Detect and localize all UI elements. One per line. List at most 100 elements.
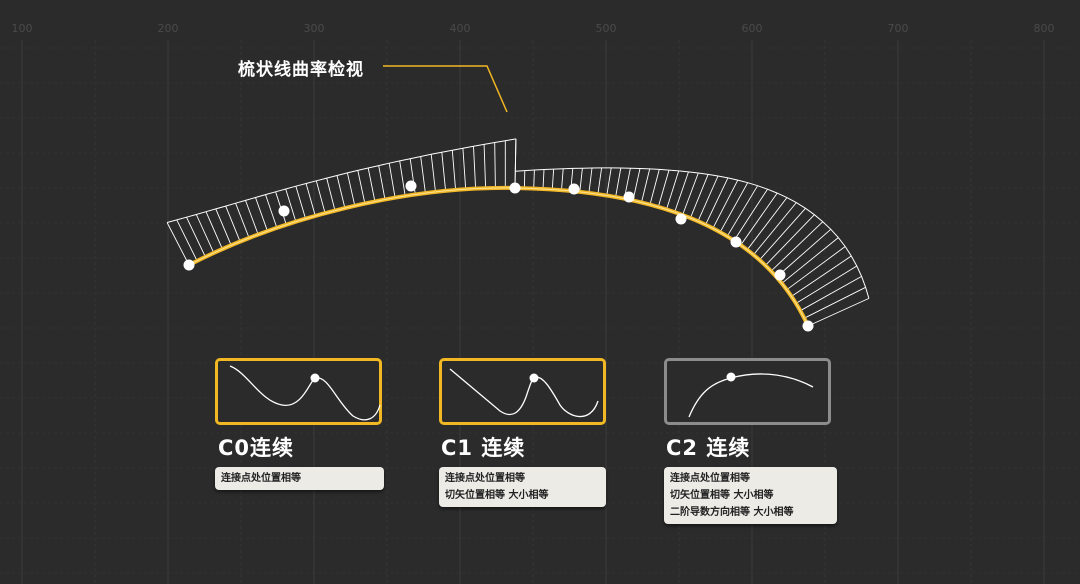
comb-spine bbox=[542, 169, 545, 189]
comb-spine bbox=[705, 177, 729, 225]
axis-tick-label: 600 bbox=[742, 22, 763, 35]
curve-node-dot bbox=[278, 205, 290, 217]
comb-spine bbox=[295, 186, 307, 219]
comb-spine bbox=[561, 168, 564, 191]
c2-description-line: 二阶导数方向相等 大小相等 bbox=[670, 507, 794, 518]
comb-spine bbox=[533, 169, 535, 189]
comb-spine bbox=[326, 177, 336, 211]
curve-node-dot bbox=[405, 180, 417, 192]
c0-joint-dot bbox=[310, 373, 320, 383]
comb-spine bbox=[235, 203, 250, 239]
comb-spine bbox=[657, 169, 670, 208]
comb-spine bbox=[791, 255, 852, 297]
comb-spine bbox=[786, 246, 846, 291]
comb-spine bbox=[430, 154, 436, 193]
c2-sample-curve bbox=[688, 372, 814, 418]
comb-spine bbox=[255, 197, 268, 232]
axis-tick-label: 400 bbox=[450, 22, 471, 35]
comb-spine bbox=[746, 197, 788, 251]
c1-description-line: 连接点处位置相等 bbox=[445, 473, 525, 484]
comb-spine bbox=[441, 152, 447, 191]
c2-description-line: 切矢位置相等 大小相等 bbox=[670, 490, 774, 501]
c1-description-line: 切矢位置相等 大小相等 bbox=[445, 490, 549, 501]
comb-spine bbox=[666, 170, 680, 210]
curve-node-dot bbox=[623, 191, 635, 203]
comb-spine bbox=[682, 172, 699, 216]
comb-spine bbox=[765, 214, 815, 266]
curve-node-dot bbox=[730, 236, 742, 248]
comb-spine bbox=[462, 148, 467, 190]
comb-spine bbox=[186, 217, 206, 258]
comb-spine bbox=[579, 168, 583, 192]
c2-description-line: 连接点处位置相等 bbox=[670, 473, 750, 484]
comb-spine bbox=[649, 169, 660, 205]
axis-tick-label: 200 bbox=[158, 22, 179, 35]
comb-spine bbox=[176, 219, 198, 262]
curve-node-dot bbox=[509, 182, 521, 194]
curve-node-dot bbox=[774, 269, 786, 281]
c1-description: 连接点处位置相等 切矢位置相等 大小相等 bbox=[439, 467, 606, 507]
curvature-comb bbox=[166, 138, 870, 327]
c1-title: C1 连续 bbox=[441, 436, 526, 460]
c2-title: C2 连续 bbox=[666, 436, 751, 460]
curve-node-dot bbox=[183, 259, 195, 271]
comb-spine bbox=[205, 211, 223, 250]
c0-title: C0连续 bbox=[218, 436, 295, 460]
c0-description-line: 连接点处位置相等 bbox=[221, 473, 301, 484]
comb-spine bbox=[606, 167, 612, 196]
comb-spine bbox=[420, 156, 426, 194]
comb-spine bbox=[588, 167, 593, 193]
comb-spine bbox=[551, 169, 555, 190]
comb-spine bbox=[399, 160, 406, 197]
comb-spine bbox=[753, 202, 797, 256]
comb-spine bbox=[740, 192, 778, 246]
comb-spine bbox=[451, 150, 457, 191]
comb-spine bbox=[166, 222, 190, 266]
curve-node-dot bbox=[675, 213, 687, 225]
axis-tick-label: 500 bbox=[596, 22, 617, 35]
comb-spine bbox=[697, 175, 719, 222]
comb-spine bbox=[367, 167, 376, 202]
c0-preview-card bbox=[215, 358, 382, 425]
callout-label: 梳状线曲率检视 bbox=[238, 60, 364, 80]
comb-spine bbox=[597, 167, 603, 195]
comb-spine bbox=[712, 179, 739, 229]
comb-joint-step bbox=[514, 138, 517, 172]
c0-description: 连接点处位置相等 bbox=[215, 467, 384, 490]
comb-spine bbox=[346, 172, 356, 206]
c2-description: 连接点处位置相等 切矢位置相等 大小相等 二阶导数方向相等 大小相等 bbox=[664, 467, 837, 524]
comb-spine bbox=[315, 180, 326, 214]
curve-node-dot bbox=[802, 320, 814, 332]
comb-spine bbox=[473, 146, 477, 189]
axis-tick-label: 700 bbox=[888, 22, 909, 35]
c0-sample-curve bbox=[229, 365, 381, 421]
c1-joint-dot bbox=[529, 373, 539, 383]
c2-preview-card bbox=[664, 358, 831, 425]
comb-spine bbox=[388, 163, 396, 198]
comb-spine bbox=[776, 228, 832, 278]
comb-spine bbox=[378, 165, 386, 200]
comb-spine bbox=[689, 174, 709, 219]
comb-spine bbox=[615, 167, 622, 198]
c1-preview-card bbox=[439, 358, 606, 425]
comb-spine bbox=[357, 170, 366, 204]
comb-spine bbox=[336, 175, 346, 209]
c1-sample-curve bbox=[449, 368, 599, 418]
comb-envelope bbox=[515, 167, 870, 299]
control-points bbox=[183, 180, 814, 332]
comb-spine bbox=[285, 188, 297, 222]
comb-spine bbox=[483, 144, 487, 189]
axis-tick-label: 100 bbox=[12, 22, 33, 35]
axis-tick-label: 800 bbox=[1034, 22, 1055, 35]
comb-spine bbox=[770, 221, 824, 272]
c2-joint-dot bbox=[726, 372, 736, 382]
curve-node-dot bbox=[568, 183, 580, 195]
comb-spine bbox=[494, 142, 496, 189]
comb-spine bbox=[641, 168, 651, 203]
axis-tick-labels: 100 200 300 400 500 600 700 800 bbox=[12, 22, 1055, 35]
axis-tick-label: 300 bbox=[304, 22, 325, 35]
comb-spine bbox=[245, 200, 259, 235]
comb-spine bbox=[781, 237, 839, 284]
comb-spine bbox=[195, 214, 215, 254]
callout-leader-line bbox=[383, 65, 508, 113]
